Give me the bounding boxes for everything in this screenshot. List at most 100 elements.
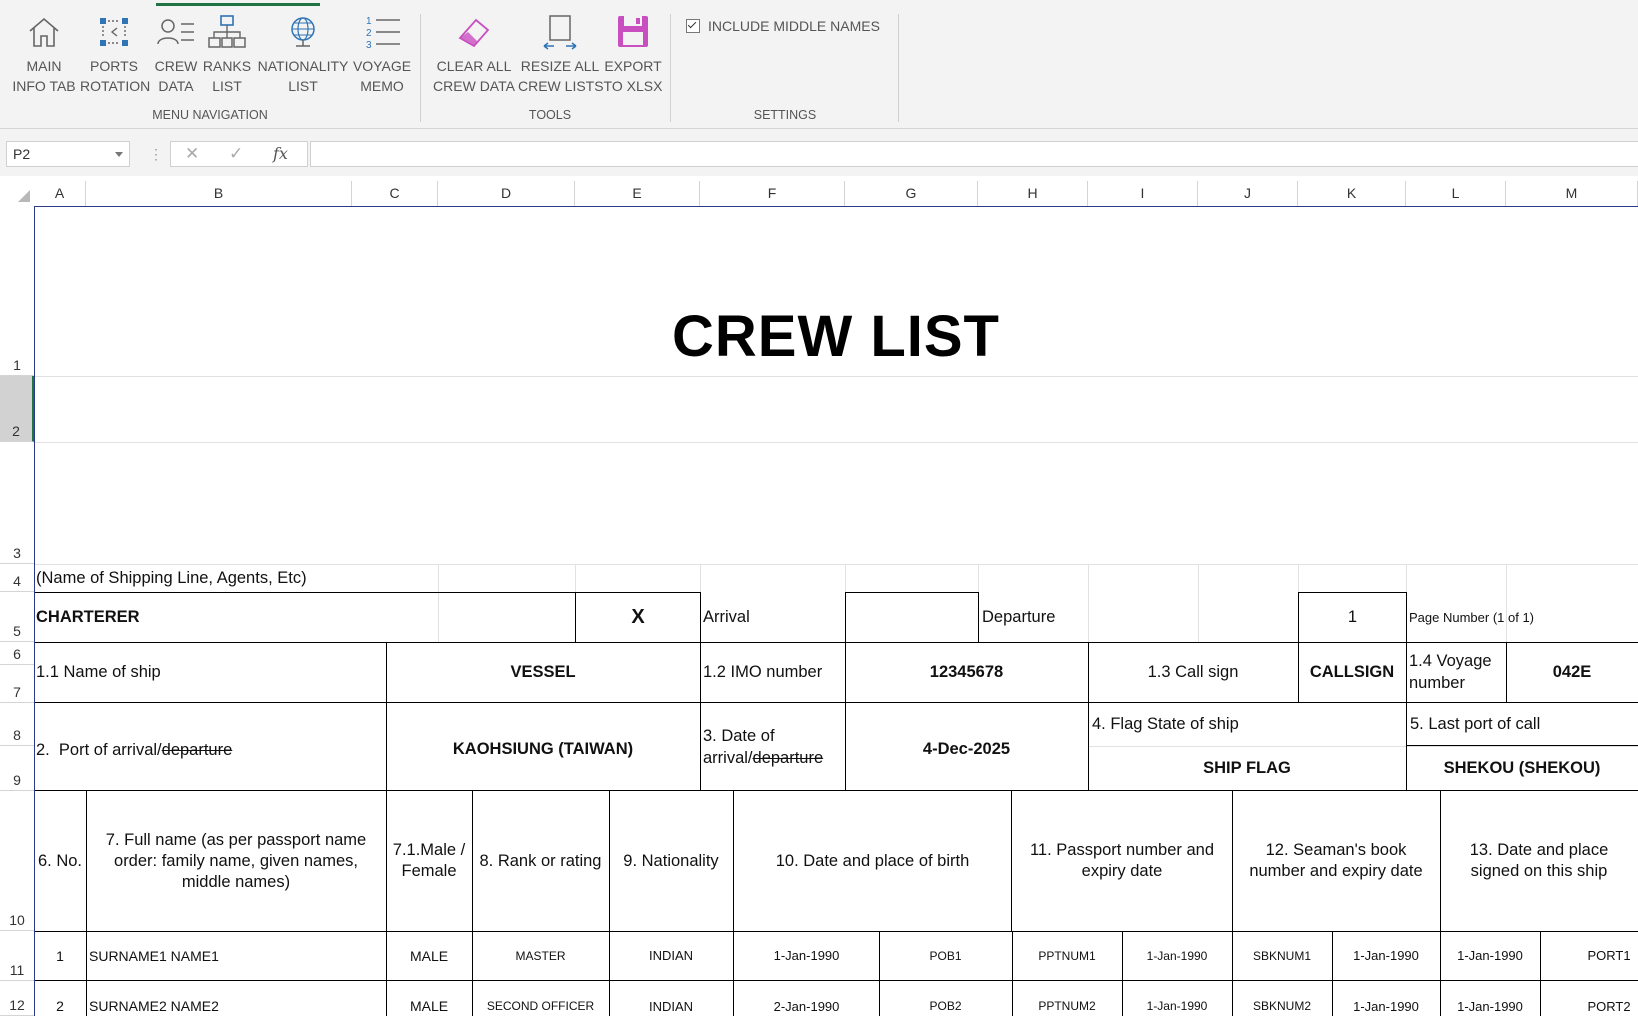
row-header-1[interactable]: 1 bbox=[0, 206, 34, 376]
formula-input[interactable] bbox=[310, 141, 1638, 167]
column-header-m[interactable]: M bbox=[1506, 181, 1638, 206]
include-middle-names-label: INCLUDE MIDDLE NAMES bbox=[708, 18, 880, 34]
crew-2-nationality: INDIAN bbox=[609, 981, 734, 1016]
row-header-5[interactable]: 5 bbox=[0, 592, 34, 642]
name-box-value: P2 bbox=[13, 146, 31, 162]
row-header-4[interactable]: 4 bbox=[0, 564, 34, 592]
column-header-f[interactable]: F bbox=[700, 181, 845, 206]
crew-2-no: 2 bbox=[34, 981, 87, 1016]
column-header-c[interactable]: C bbox=[352, 181, 438, 206]
svg-text:2: 2 bbox=[366, 28, 372, 39]
name-box[interactable]: P2 bbox=[6, 141, 130, 167]
column-header-a[interactable]: A bbox=[34, 181, 86, 206]
column-header-k[interactable]: K bbox=[1298, 181, 1406, 206]
crew-data-label: CREW DATA bbox=[154, 58, 198, 94]
group-separator bbox=[898, 14, 899, 122]
chevron-down-icon[interactable] bbox=[115, 152, 123, 157]
date-value: 4-Dec-2025 bbox=[845, 703, 1089, 791]
gridline bbox=[34, 376, 1638, 377]
ports-rotation-button[interactable]: PORTS ROTATION bbox=[80, 14, 151, 96]
gridline bbox=[34, 442, 1638, 443]
group-separator bbox=[670, 14, 671, 122]
port-label-departure: departure bbox=[161, 741, 233, 759]
crew-1-name: SURNAME1 NAME1 bbox=[86, 931, 387, 981]
header-full-name: 7. Full name (as per passport name order… bbox=[86, 791, 387, 932]
settings-group-label: SETTINGS bbox=[753, 108, 817, 122]
row-header-10[interactable]: 10 bbox=[0, 791, 34, 931]
print-area-border bbox=[34, 206, 35, 1016]
print-area-border bbox=[34, 206, 1638, 207]
header-passport: 11. Passport number and expiry date bbox=[1012, 791, 1233, 932]
column-header-e[interactable]: E bbox=[575, 181, 700, 206]
crew-2-sex: MALE bbox=[386, 981, 473, 1016]
ports-rotation-label: PORTS ROTATION bbox=[80, 58, 151, 94]
crew-2-dob: 2-Jan-1990 bbox=[734, 981, 880, 1016]
departure-mark-cell bbox=[845, 592, 979, 643]
column-header-l[interactable]: L bbox=[1406, 181, 1506, 206]
column-header-i[interactable]: I bbox=[1088, 181, 1198, 206]
crew-2-pob: POB2 bbox=[879, 981, 1013, 1016]
more-options-icon[interactable]: ⋮ bbox=[149, 146, 163, 163]
export-to-xlsx-button[interactable]: EXPORT TO XLSX bbox=[602, 14, 664, 96]
hierarchy-icon bbox=[208, 15, 246, 48]
voyage-memo-button[interactable]: 123 VOYAGE MEMO bbox=[352, 14, 412, 96]
formula-actions: ✕ ✓ fx bbox=[170, 141, 308, 167]
nationality-list-label: NATIONALITY LIST bbox=[257, 58, 349, 94]
enter-icon[interactable]: ✓ bbox=[229, 144, 243, 164]
arrival-mark-cell: X bbox=[575, 592, 701, 643]
insert-function-icon[interactable]: fx bbox=[273, 144, 288, 163]
clear-all-crew-data-label: CLEAR ALL CREW DATA bbox=[433, 58, 515, 94]
eraser-icon bbox=[458, 18, 490, 48]
column-header-d[interactable]: D bbox=[438, 181, 575, 206]
nationality-list-button[interactable]: NATIONALITY LIST bbox=[254, 14, 352, 96]
gridline bbox=[700, 564, 701, 592]
crew-1-no: 1 bbox=[34, 931, 87, 981]
crew-1-nationality: INDIAN bbox=[609, 931, 734, 981]
column-header-g[interactable]: G bbox=[845, 181, 978, 206]
select-all-corner[interactable] bbox=[0, 181, 34, 206]
menu-navigation-group-label: MENU NAVIGATION bbox=[152, 108, 268, 122]
gridline bbox=[1406, 564, 1407, 592]
row-header-11[interactable]: 11 bbox=[0, 931, 34, 981]
page-number-label: Page Number (1 of 1) bbox=[1406, 592, 1638, 643]
group-separator bbox=[420, 14, 421, 122]
crew-2-passport: PPTNUM2 bbox=[1012, 981, 1123, 1016]
crew-2-rank: SECOND OFFICER bbox=[472, 981, 610, 1016]
header-no: 6. No. bbox=[34, 791, 87, 932]
column-header-b[interactable]: B bbox=[86, 181, 352, 206]
page-index-cell: 1 bbox=[1298, 592, 1407, 643]
ranks-list-button[interactable]: RANKS LIST bbox=[202, 14, 252, 96]
row-header-7[interactable]: 7 bbox=[0, 665, 34, 703]
last-port-value: SHEKOU (SHEKOU) bbox=[1406, 746, 1638, 791]
cancel-icon[interactable]: ✕ bbox=[185, 144, 199, 164]
row-header-8[interactable]: 8 bbox=[0, 703, 34, 746]
include-middle-names-checkbox[interactable]: INCLUDE MIDDLE NAMES bbox=[686, 18, 880, 34]
row-header-3[interactable]: 3 bbox=[0, 442, 34, 564]
resize-all-crew-lists-button[interactable]: RESIZE ALL CREW LISTS bbox=[518, 14, 604, 96]
crew-data-button[interactable]: CREW DATA bbox=[152, 14, 200, 96]
user-list-icon bbox=[157, 19, 194, 45]
voyage-label: 1.4 Voyage number bbox=[1406, 642, 1507, 703]
column-headers: A B C D E F G H I J K L M bbox=[0, 181, 1638, 207]
formula-bar: P2 ⋮ ✕ ✓ fx bbox=[0, 129, 1638, 176]
charterer-cell: CHARTERER bbox=[34, 592, 575, 643]
column-header-h[interactable]: H bbox=[978, 181, 1088, 206]
worksheet[interactable]: CREW LIST (Name of Shipping Line, Agents… bbox=[34, 206, 1638, 1016]
active-tab-indicator bbox=[156, 3, 320, 6]
header-sex: 7.1.Male / Female bbox=[386, 791, 473, 932]
main-info-tab-button[interactable]: MAIN INFO TAB bbox=[10, 14, 78, 96]
column-header-j[interactable]: J bbox=[1198, 181, 1298, 206]
row-header-12[interactable]: 12 bbox=[0, 981, 34, 1016]
svg-text:3: 3 bbox=[366, 40, 372, 50]
header-seamans-book: 12. Seaman's book number and expiry date bbox=[1232, 791, 1441, 932]
clear-all-crew-data-button[interactable]: CLEAR ALL CREW DATA bbox=[432, 14, 516, 96]
row-header-2[interactable]: 2 bbox=[0, 376, 34, 442]
row-header-9[interactable]: 9 bbox=[0, 746, 34, 791]
flag-value: SHIP FLAG bbox=[1088, 746, 1407, 791]
resize-all-crew-lists-label: RESIZE ALL CREW LISTS bbox=[518, 58, 604, 94]
crew-1-signed-port: PORT1 bbox=[1540, 931, 1638, 981]
crew-1-passport: PPTNUM1 bbox=[1012, 931, 1123, 981]
name-of-ship-label: 1.1 Name of ship bbox=[34, 642, 387, 703]
row-header-6[interactable]: 6 bbox=[0, 642, 34, 665]
last-port-label: 5. Last port of call bbox=[1406, 703, 1638, 746]
